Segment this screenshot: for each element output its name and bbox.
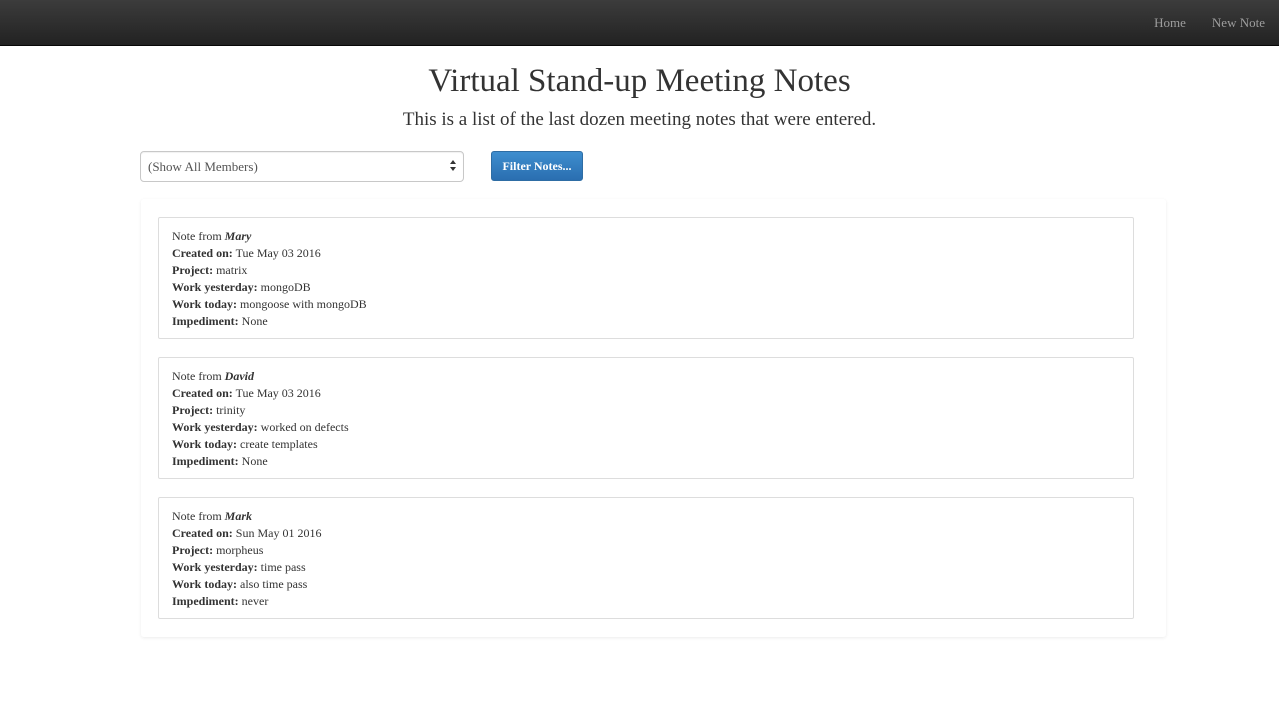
note-project-line: Project: morpheus [172,542,1120,559]
note-created-value: Sun May 01 2016 [235,526,322,540]
page-title: Virtual Stand-up Meeting Notes [428,63,851,99]
note-from-line: Note from David [172,368,1120,385]
note-from-line: Note from Mary [172,228,1120,245]
note-from-label: Note from [172,509,222,523]
work-yesterday-label: Work yesterday: [172,560,258,574]
work-today-label: Work today: [172,437,238,451]
project-label: Project: [172,543,214,557]
nav-home-link[interactable]: Home [1141,15,1199,31]
note-project-value: morpheus [216,543,264,557]
note-today-line: Work today: mongoose with mongoDB [172,296,1120,313]
created-on-label: Created on: [172,526,233,540]
notes-panel: Note from Mary Created on: Tue May 03 20… [141,199,1166,637]
note-project-value: trinity [216,403,246,417]
note-card: Note from Mark Created on: Sun May 01 20… [158,497,1134,619]
note-created-line: Created on: Tue May 03 2016 [172,385,1120,402]
note-impediment-value: None [241,314,268,328]
member-filter-select[interactable]: (Show All Members) [140,151,464,182]
note-card: Note from David Created on: Tue May 03 2… [158,357,1134,479]
note-project-value: matrix [216,263,248,277]
note-project-line: Project: trinity [172,402,1120,419]
nav-new-note-link[interactable]: New Note [1199,15,1279,31]
created-on-label: Created on: [172,246,233,260]
impediment-label: Impediment: [172,594,239,608]
note-today-value: mongoose with mongoDB [240,297,367,311]
note-author: David [224,369,254,383]
note-project-line: Project: matrix [172,262,1120,279]
impediment-label: Impediment: [172,454,239,468]
note-yesterday-line: Work yesterday: worked on defects [172,419,1120,436]
note-created-value: Tue May 03 2016 [235,246,321,260]
note-today-value: create templates [240,437,318,451]
created-on-label: Created on: [172,386,233,400]
work-today-label: Work today: [172,297,238,311]
select-arrows-icon [450,160,457,173]
note-author: Mary [224,229,252,243]
note-created-line: Created on: Tue May 03 2016 [172,245,1120,262]
note-today-value: also time pass [240,577,308,591]
note-yesterday-line: Work yesterday: time pass [172,559,1120,576]
note-from-line: Note from Mark [172,508,1120,525]
nav-links: Home New Note [1141,0,1279,46]
project-label: Project: [172,263,214,277]
note-yesterday-value: time pass [260,560,306,574]
note-impediment-value: never [241,594,269,608]
note-created-value: Tue May 03 2016 [235,386,321,400]
note-author: Mark [224,509,252,523]
page-subtitle: This is a list of the last dozen meeting… [402,109,877,130]
note-card: Note from Mary Created on: Tue May 03 20… [158,217,1134,339]
work-today-label: Work today: [172,577,238,591]
work-yesterday-label: Work yesterday: [172,280,258,294]
note-today-line: Work today: create templates [172,436,1120,453]
note-created-line: Created on: Sun May 01 2016 [172,525,1120,542]
note-impediment-line: Impediment: None [172,453,1120,470]
note-yesterday-value: mongoDB [260,280,311,294]
work-yesterday-label: Work yesterday: [172,420,258,434]
project-label: Project: [172,403,214,417]
note-from-label: Note from [172,369,222,383]
top-navbar: Home New Note [0,0,1279,46]
note-impediment-line: Impediment: None [172,313,1120,330]
member-filter-selected-value: (Show All Members) [148,159,258,174]
note-impediment-line: Impediment: never [172,593,1120,610]
note-today-line: Work today: also time pass [172,576,1120,593]
note-impediment-value: None [241,454,268,468]
note-yesterday-value: worked on defects [260,420,349,434]
filter-notes-button[interactable]: Filter Notes... [491,151,583,181]
impediment-label: Impediment: [172,314,239,328]
note-yesterday-line: Work yesterday: mongoDB [172,279,1120,296]
note-from-label: Note from [172,229,222,243]
